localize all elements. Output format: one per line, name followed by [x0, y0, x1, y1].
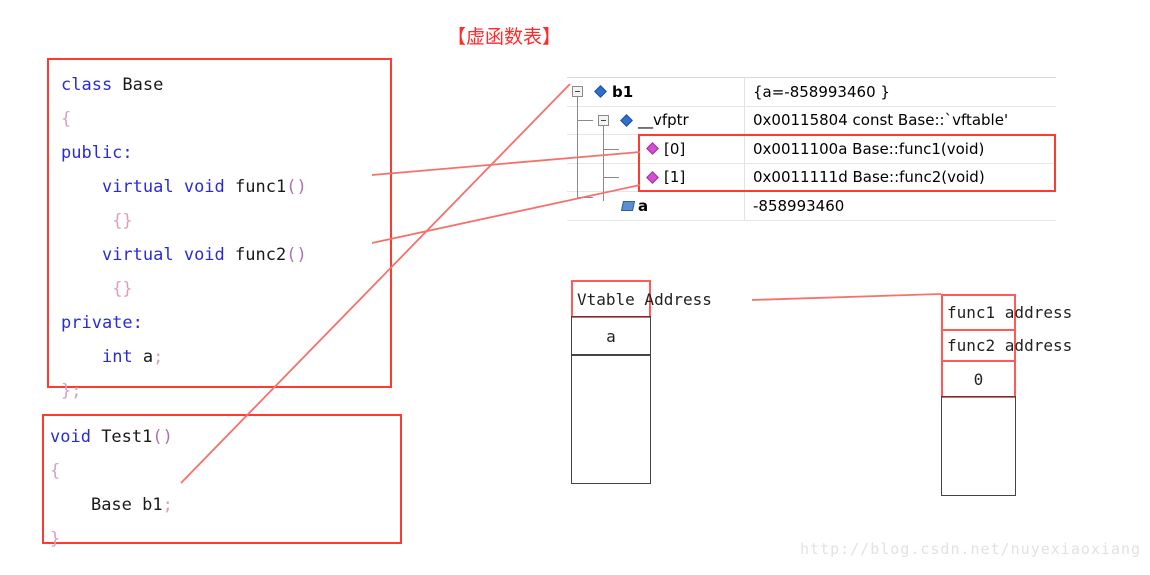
connector-b1-to-watch	[180, 83, 571, 484]
connector-vtable-address-to-vtable	[751, 293, 942, 301]
diagram-canvas: 【虚函数表】 class Base{public: virtual void f…	[0, 0, 1150, 575]
connector-func1-to-vtable0	[371, 151, 641, 176]
watermark: http://blog.csdn.net/nuyexiaoxiang	[800, 540, 1142, 558]
connector-lines	[180, 83, 942, 484]
connector-func2-to-vtable1	[371, 184, 641, 244]
